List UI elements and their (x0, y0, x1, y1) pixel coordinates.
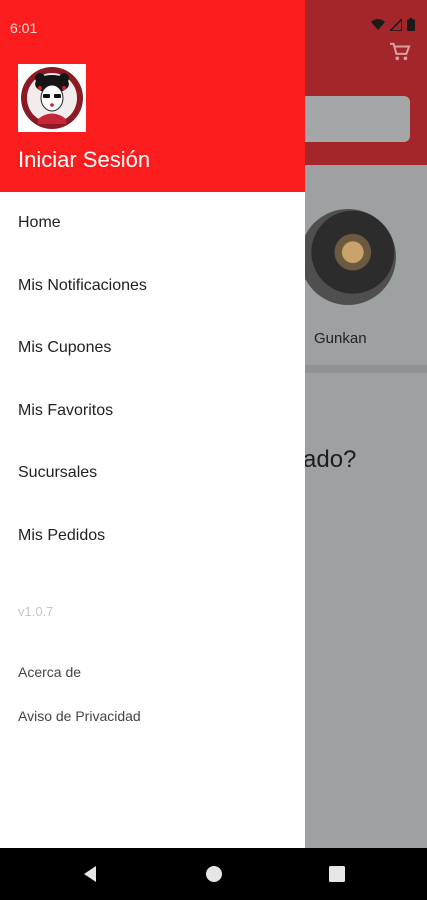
app-version: v1.0.7 (18, 604, 54, 619)
login-link[interactable]: Iniciar Sesión (18, 147, 150, 173)
back-icon (84, 866, 96, 882)
recents-icon (329, 866, 345, 882)
status-time: 6:01 (10, 20, 38, 36)
drawer-item-coupons[interactable]: Mis Cupones (0, 317, 305, 380)
section-divider (296, 365, 427, 373)
cart-icon (390, 42, 411, 61)
battery-icon (407, 18, 415, 31)
nav-recents-button[interactable] (325, 862, 349, 886)
nav-home-button[interactable] (202, 862, 226, 886)
drawer-item-orders[interactable]: Mis Pedidos (0, 505, 305, 568)
restaurant-logo (18, 64, 86, 132)
about-link[interactable]: Acerca de (18, 664, 81, 680)
wifi-icon (371, 18, 385, 30)
status-icons (371, 18, 415, 31)
category-label: Gunkan (314, 330, 367, 347)
drawer-item-notifications[interactable]: Mis Notificaciones (0, 255, 305, 318)
drawer-item-favorites[interactable]: Mis Favoritos (0, 380, 305, 443)
drawer-item-branches[interactable]: Sucursales (0, 442, 305, 505)
section-question: ado? (303, 446, 357, 473)
search-bar (296, 96, 410, 142)
navigation-drawer: Iniciar Sesión Home Mis Notificaciones M… (0, 0, 305, 848)
privacy-notice-link[interactable]: Aviso de Privacidad (18, 708, 141, 724)
nav-back-button[interactable] (78, 862, 102, 886)
home-icon (206, 866, 222, 882)
signal-icon (390, 18, 402, 31)
category-image (300, 209, 396, 305)
system-nav-bar (0, 848, 427, 900)
drawer-menu: Home Mis Notificaciones Mis Cupones Mis … (0, 192, 305, 567)
drawer-header: Iniciar Sesión (0, 0, 305, 192)
drawer-item-home[interactable]: Home (0, 192, 305, 255)
